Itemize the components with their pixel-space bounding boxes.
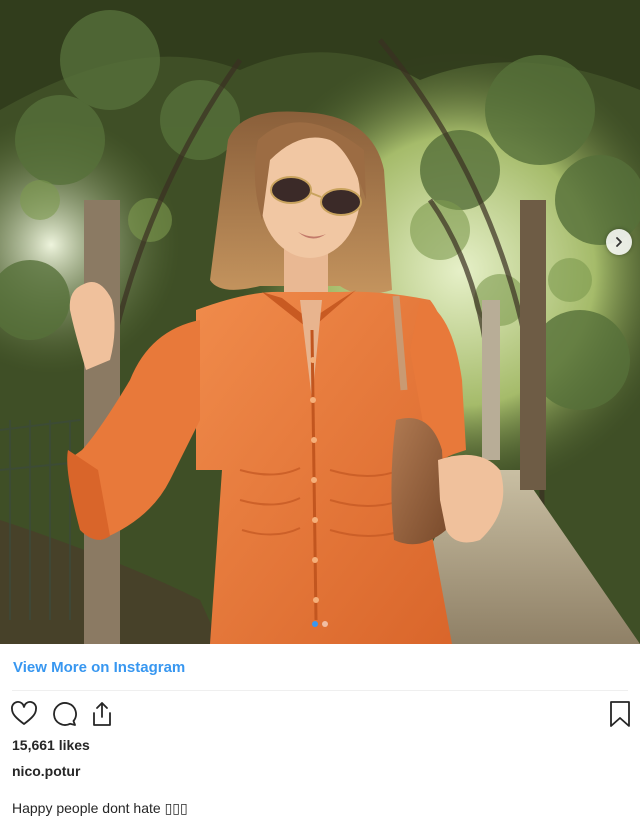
username[interactable]: nico.potur — [12, 763, 80, 779]
post-photo[interactable] — [0, 0, 640, 644]
post-actions — [10, 700, 632, 728]
carousel-next-button[interactable] — [606, 229, 632, 255]
photo-illustration — [0, 0, 640, 644]
carousel-dot-active — [312, 621, 318, 627]
caption: Happy people dont hate ▯▯▯ — [12, 800, 188, 816]
chevron-right-icon — [616, 237, 622, 247]
share-button[interactable] — [88, 700, 116, 728]
divider — [12, 690, 628, 691]
heart-icon — [11, 701, 37, 725]
view-more-link[interactable]: View More on Instagram — [13, 659, 185, 676]
save-button[interactable] — [606, 700, 634, 728]
bookmark-icon — [610, 701, 630, 727]
likes-count[interactable]: 15,661 likes — [12, 737, 90, 753]
comment-button[interactable] — [50, 700, 78, 728]
like-button[interactable] — [10, 700, 38, 728]
carousel-indicator — [0, 621, 640, 627]
share-icon — [93, 702, 111, 726]
comment-icon — [53, 702, 77, 726]
carousel-dot — [322, 621, 328, 627]
